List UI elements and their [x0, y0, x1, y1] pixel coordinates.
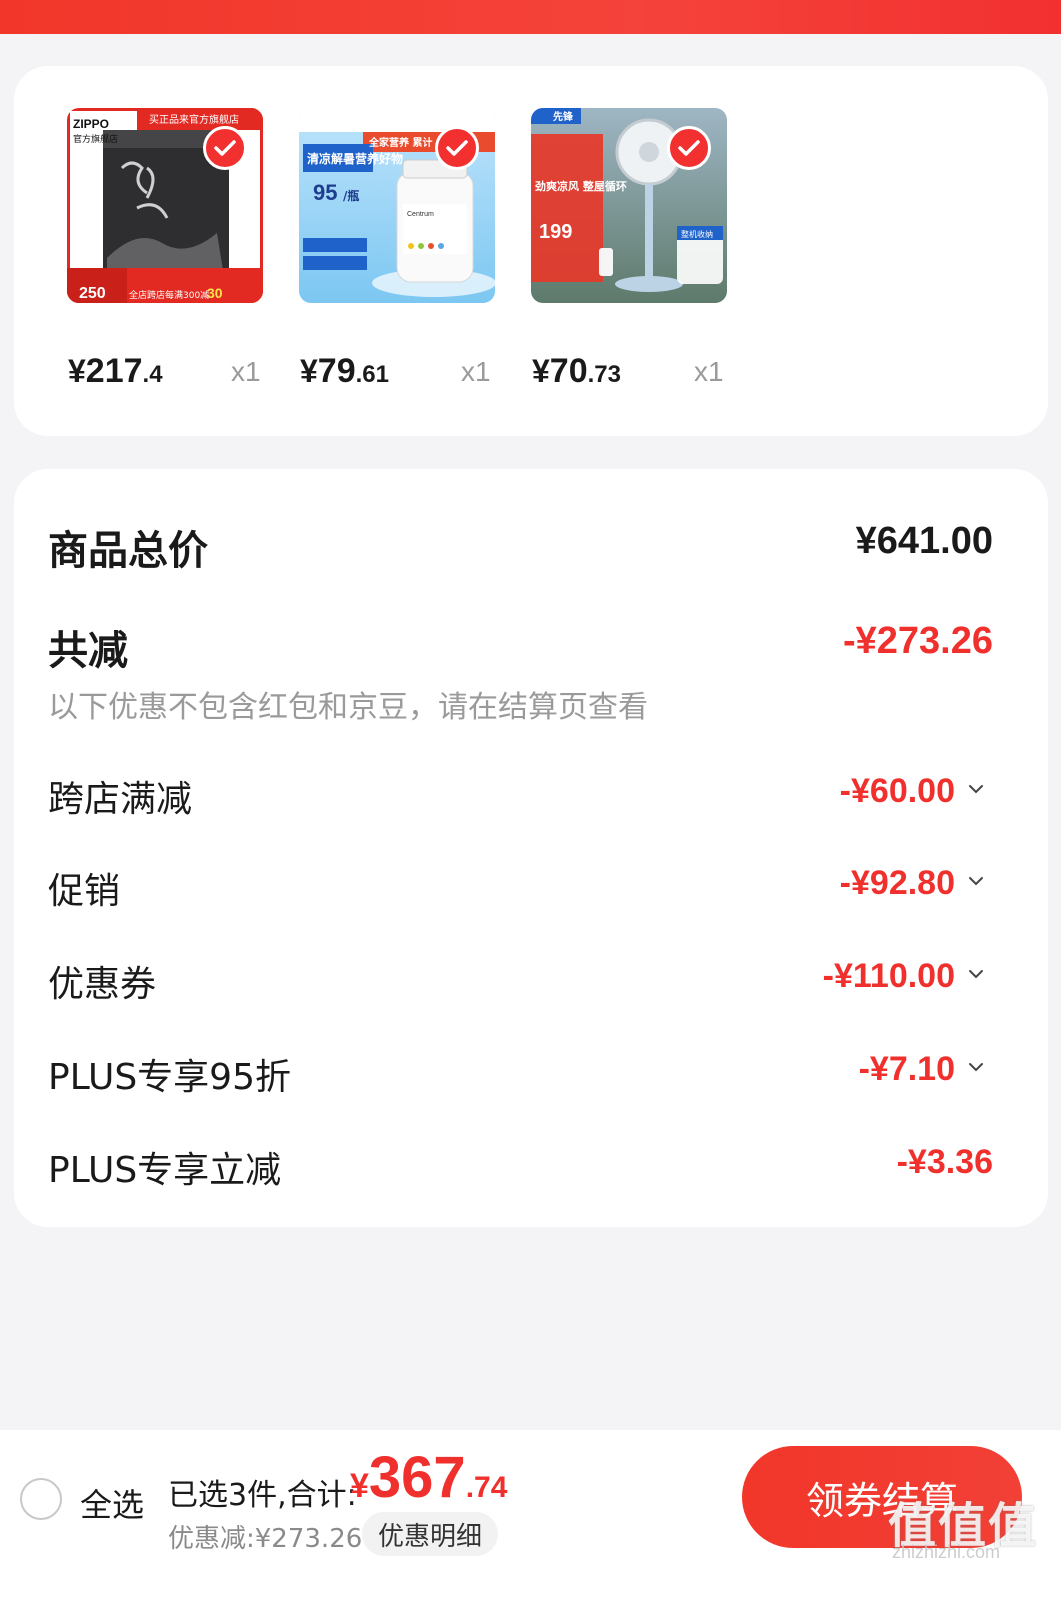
- price-summary-card: [14, 469, 1048, 1227]
- site-watermark-url: zhizhizhi.com: [892, 1542, 1001, 1562]
- discount-row-label: PLUS专享立减: [48, 1150, 282, 1191]
- selected-count-text: 已选3件,合计:: [168, 1478, 357, 1513]
- product-thumbnail-centrum[interactable]: 清凉解暑营养好物 全家营养 累计 95 /瓶 Centrum: [299, 108, 495, 303]
- product-quantity: x1: [694, 356, 724, 387]
- zippo-store-label: 官方旗舰店: [73, 133, 118, 145]
- product-selected-check-icon[interactable]: [435, 126, 479, 170]
- zippo-brand-label: ZIPPO: [73, 117, 109, 131]
- discount-row-label[interactable]: 跨店满减: [48, 770, 192, 822]
- zippo-promo-text: 全店跨店每满300减: [129, 289, 209, 301]
- fan-brand: 先锋: [553, 110, 574, 123]
- total-price-label: 商品总价: [48, 528, 208, 574]
- product-thumbnail-zippo[interactable]: ZIPPO 官方旗舰店 买正品来官方旗舰店 250 30 全店跨店每满300减: [67, 108, 263, 303]
- discount-row-label[interactable]: PLUS专享95折: [48, 1048, 291, 1100]
- vitamin-banner: 全家营养 累计: [368, 136, 432, 149]
- vitamin-price-unit: /瓶: [343, 188, 359, 203]
- total-reduction-value: -¥273.26: [842, 620, 993, 662]
- total-price-value: ¥641.00: [855, 520, 993, 562]
- vitamin-price-tag: 95: [313, 180, 337, 205]
- select-all-label[interactable]: 全选: [80, 1480, 144, 1526]
- fan-tag: 整机收纳: [681, 229, 713, 239]
- fan-headline: 劲爽凉风 整屋循环: [535, 179, 627, 193]
- chevron-down-icon[interactable]: [967, 872, 985, 890]
- product-selected-check-icon[interactable]: [667, 126, 711, 170]
- total-sum-price: ¥367.74: [350, 1445, 508, 1510]
- discount-detail-button[interactable]: 优惠明细: [362, 1512, 498, 1556]
- discount-row-value[interactable]: -¥60.00: [840, 772, 955, 811]
- product-quantity: x1: [461, 356, 491, 387]
- vitamin-bottle-label: Centrum: [407, 211, 434, 218]
- product-thumbnail-fan[interactable]: 先锋 劲爽凉风 整屋循环 199 整机收纳: [531, 108, 727, 303]
- select-all-radio[interactable]: [20, 1478, 62, 1520]
- product-price: ¥70.73: [532, 352, 621, 390]
- product-price: ¥79.61: [300, 352, 389, 390]
- chevron-down-icon[interactable]: [967, 780, 985, 798]
- discount-row-label[interactable]: 促销: [48, 862, 120, 914]
- chevron-down-icon[interactable]: [967, 965, 985, 983]
- fan-price-tag: 199: [539, 221, 572, 243]
- total-reduction-label: 共减: [48, 628, 128, 674]
- zippo-banner-text: 买正品来官方旗舰店: [149, 113, 239, 126]
- discount-summary-text: 优惠减:¥273.26: [168, 1524, 363, 1554]
- discount-row-value[interactable]: -¥110.00: [823, 957, 955, 996]
- discount-row-value[interactable]: -¥7.10: [859, 1050, 955, 1089]
- product-quantity: x1: [231, 356, 261, 387]
- discount-note: 以下优惠不包含红包和京豆，请在结算页查看: [48, 690, 648, 725]
- chevron-down-icon[interactable]: [967, 1058, 985, 1076]
- product-price: ¥217.4: [68, 352, 163, 390]
- zippo-promo-price: 250: [79, 285, 106, 302]
- header-band: [0, 0, 1061, 34]
- discount-row-value: -¥3.36: [896, 1143, 993, 1181]
- discount-row-label[interactable]: 优惠券: [48, 955, 156, 1007]
- zippo-promo-amount: 30: [207, 285, 223, 301]
- vitamin-headline: 清凉解暑营养好物: [307, 151, 403, 166]
- product-selected-check-icon[interactable]: [203, 126, 247, 170]
- discount-row-value[interactable]: -¥92.80: [840, 864, 955, 903]
